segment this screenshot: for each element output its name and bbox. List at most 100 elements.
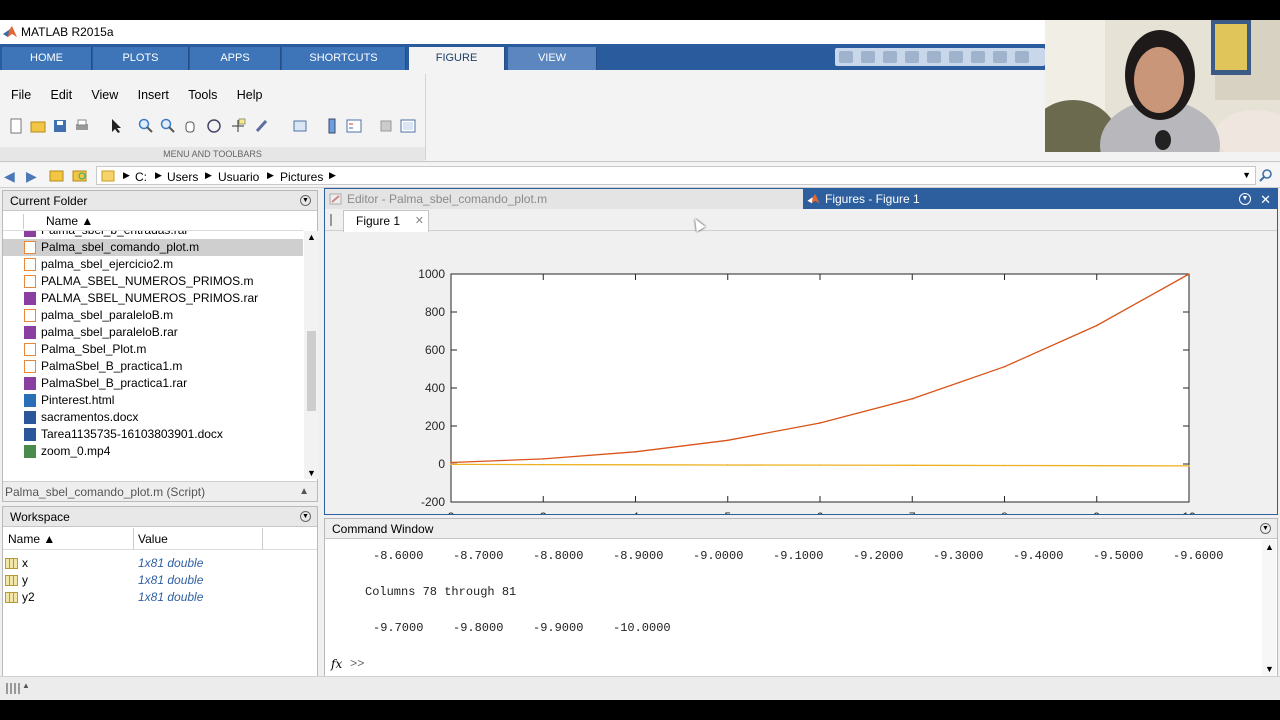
crumb-users[interactable]: Users <box>167 170 198 184</box>
status-dropdown-icon[interactable]: ▲ <box>22 681 30 690</box>
file-list-item[interactable]: palma_sbel_ejercicio2.m <box>3 256 303 273</box>
up-folder-icon[interactable] <box>49 168 64 182</box>
tab-view[interactable]: VIEW <box>508 47 597 70</box>
output-value: -10.0000 <box>613 621 671 635</box>
menu-insert[interactable]: Insert <box>138 88 169 102</box>
scroll-up-icon[interactable]: ▲ <box>1265 542 1274 552</box>
save-icon[interactable] <box>52 118 68 134</box>
menu-view[interactable]: View <box>91 88 118 102</box>
crumb-arrow-icon[interactable]: ▶ <box>205 170 212 181</box>
file-list-item[interactable]: palma_sbel_paraleloB.rar <box>3 324 303 341</box>
file-list-item[interactable]: palma_sbel_paraleloB.m <box>3 307 303 324</box>
link-plot-icon[interactable] <box>292 118 308 134</box>
path-dropdown-icon[interactable]: ▼ <box>1242 170 1251 180</box>
tab-figure[interactable]: FIGURE <box>409 47 505 70</box>
line-chart[interactable]: 2 3 4 5 6 7 8 9 10 -200 0 200 400 600 800 1000 <box>325 232 1277 524</box>
matrix-icon <box>5 558 18 569</box>
y-tick-label: 400 <box>425 381 445 395</box>
brush-icon[interactable] <box>254 118 270 134</box>
browse-folder-icon[interactable] <box>72 168 87 182</box>
search-icon[interactable] <box>1259 168 1274 183</box>
rar-file-icon <box>24 231 36 237</box>
file-list-item[interactable]: PalmaSbel_B_practica1.m <box>3 358 303 375</box>
tab-apps[interactable]: APPS <box>190 47 281 70</box>
panel-menu-icon[interactable]: ▼ <box>1260 523 1271 534</box>
crumb-pictures[interactable]: Pictures <box>280 170 323 184</box>
crumb-drive[interactable]: C: <box>135 170 147 184</box>
tab-shortcuts[interactable]: SHORTCUTS <box>282 47 406 70</box>
file-list-scrollbar[interactable]: ▲ ▼ <box>304 231 318 479</box>
figures-tab[interactable]: Figures - Figure 1 ▼ ✕ <box>803 189 1277 209</box>
back-arrow-icon[interactable]: ◀ <box>4 168 15 185</box>
workspace-col-value[interactable]: Value <box>138 532 168 546</box>
command-prompt[interactable]: fx >> <box>325 656 1277 674</box>
file-list-item[interactable]: Tarea1135735-16103803901.docx <box>3 426 303 443</box>
file-list-item[interactable]: PALMA_SBEL_NUMEROS_PRIMOS.m <box>3 273 303 290</box>
current-path-field[interactable]: ▶ C: ▶ Users ▶ Usuario ▶ Pictures ▶ ▼ <box>96 166 1256 185</box>
file-name: palma_sbel_paraleloB.m <box>41 308 174 322</box>
data-cursor-icon[interactable] <box>230 118 246 134</box>
workspace-var-row[interactable]: x 1x81 double <box>3 555 317 572</box>
file-list-item[interactable]: Palma_sbel_b_entradas.rar <box>3 231 303 239</box>
plot-area[interactable]: 2 3 4 5 6 7 8 9 10 -200 0 200 400 600 800 1000 <box>325 232 1277 524</box>
panel-menu-icon[interactable]: ▼ <box>300 511 311 522</box>
details-bar[interactable]: Palma_sbel_comando_plot.m (Script) ▲ <box>3 481 317 501</box>
output-value: -9.0000 <box>693 549 744 563</box>
file-list-item[interactable]: Palma_sbel_comando_plot.m <box>3 239 303 256</box>
zoom-in-icon[interactable] <box>138 118 154 134</box>
crumb-arrow-icon[interactable]: ▶ <box>123 170 130 181</box>
tab-figure-1[interactable]: Figure 1 ✕ <box>343 210 429 232</box>
crumb-arrow-icon[interactable]: ▶ <box>267 170 274 181</box>
select-arrow-icon[interactable] <box>108 118 124 134</box>
workspace-col-name[interactable]: Name ▲ <box>8 532 55 546</box>
menu-tools[interactable]: Tools <box>188 88 217 102</box>
m-file-icon <box>24 275 36 288</box>
data-point <box>1003 365 1006 368</box>
data-point <box>450 461 452 464</box>
workspace-var-row[interactable]: y2 1x81 double <box>3 589 317 606</box>
var-name: x <box>22 556 28 570</box>
x-tick-label: 4 <box>632 510 639 514</box>
pan-hand-icon[interactable] <box>182 118 198 134</box>
panel-menu-icon[interactable]: ▼ <box>300 195 311 206</box>
hide-plot-tools-icon[interactable] <box>378 118 394 134</box>
menu-edit[interactable]: Edit <box>51 88 73 102</box>
zoom-out-icon[interactable] <box>160 118 176 134</box>
status-grip-icon[interactable] <box>6 683 20 694</box>
new-file-icon[interactable] <box>8 118 24 134</box>
forward-arrow-icon[interactable]: ▶ <box>26 168 37 185</box>
editor-tab[interactable]: Editor - Palma_sbel_comando_plot.m <box>325 189 803 209</box>
scroll-thumb[interactable] <box>307 331 316 411</box>
file-name: Palma_Sbel_Plot.m <box>41 342 147 356</box>
open-folder-icon[interactable] <box>30 118 46 134</box>
file-list-item[interactable]: Pinterest.html <box>3 392 303 409</box>
column-name-header[interactable]: Name ▲ <box>46 214 93 228</box>
fx-icon[interactable]: fx <box>331 657 342 671</box>
scroll-down-icon[interactable]: ▼ <box>307 468 316 478</box>
print-icon[interactable] <box>74 118 90 134</box>
file-list-item[interactable]: sacramentos.docx <box>3 409 303 426</box>
file-list-item[interactable]: PALMA_SBEL_NUMEROS_PRIMOS.rar <box>3 290 303 307</box>
menu-help[interactable]: Help <box>237 88 263 102</box>
data-point <box>819 464 821 466</box>
crumb-arrow-icon[interactable]: ▶ <box>329 170 336 181</box>
legend-icon[interactable] <box>346 118 362 134</box>
menu-file[interactable]: File <box>11 88 31 102</box>
file-list-item[interactable]: PalmaSbel_B_practica1.rar <box>3 375 303 392</box>
file-list-item[interactable]: Palma_Sbel_Plot.m <box>3 341 303 358</box>
workspace-var-row[interactable]: y 1x81 double <box>3 572 317 589</box>
quick-access-toolbar[interactable] <box>835 48 1045 66</box>
colorbar-icon[interactable] <box>324 118 340 134</box>
file-list-item[interactable]: zoom_0.mp4 <box>3 443 303 460</box>
close-icon[interactable]: ✕ <box>1260 190 1271 210</box>
close-tab-icon[interactable]: ✕ <box>415 211 424 231</box>
tab-plots[interactable]: PLOTS <box>93 47 189 70</box>
rotate-3d-icon[interactable] <box>206 118 222 134</box>
crumb-usuario[interactable]: Usuario <box>218 170 259 184</box>
collapse-details-icon[interactable]: ▲ <box>299 482 309 502</box>
scroll-up-icon[interactable]: ▲ <box>307 232 316 242</box>
crumb-arrow-icon[interactable]: ▶ <box>155 170 162 181</box>
tab-home[interactable]: HOME <box>2 47 92 70</box>
panel-menu-icon[interactable]: ▼ <box>1239 193 1251 205</box>
show-plot-tools-icon[interactable] <box>400 118 416 134</box>
